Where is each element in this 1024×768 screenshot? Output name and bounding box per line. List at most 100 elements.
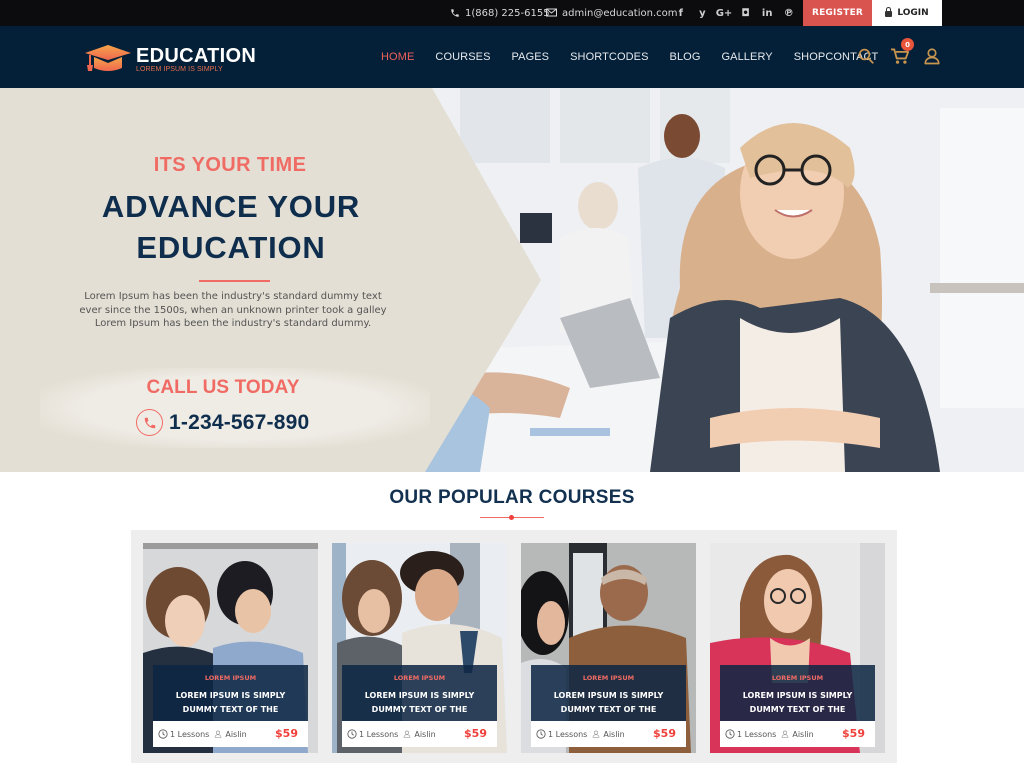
- course-author-text: Aislin: [792, 729, 814, 739]
- course-title-line2: DUMMY TEXT OF THE: [749, 704, 846, 714]
- course-title-line1: LOREM IPSUM IS SIMPLY: [742, 691, 853, 700]
- course-author-text: Aislin: [414, 729, 436, 739]
- envelope-icon: [546, 8, 557, 19]
- course-price: $59: [653, 727, 676, 740]
- hero-divider: [199, 280, 270, 282]
- nav-item-pages[interactable]: PAGES: [512, 51, 550, 63]
- google-plus-icon[interactable]: G+: [713, 8, 735, 19]
- hero-title-line2: EDUCATION: [136, 230, 326, 265]
- search-button[interactable]: [857, 47, 877, 67]
- call-us-number[interactable]: 1-234-567-890: [136, 409, 309, 436]
- course-overlay: LOREM IPSUM LOREM IPSUM IS SIMPLY DUMMY …: [531, 665, 686, 721]
- course-title-line2: DUMMY TEXT OF THE: [371, 704, 468, 714]
- course-lessons-text: 1 Lessons: [359, 729, 399, 739]
- cart-button[interactable]: 0: [890, 38, 914, 67]
- nav-actions: 0: [857, 26, 956, 88]
- nav-item-gallery[interactable]: GALLERY: [722, 51, 773, 63]
- hero-kicker: ITS YOUR TIME: [153, 154, 307, 176]
- heading-dot: [509, 515, 514, 520]
- facebook-icon[interactable]: f: [670, 8, 692, 19]
- brand-tagline: LOREM IPSUM IS SIMPLY: [136, 66, 223, 73]
- main-menu: HOME COURSES PAGES SHORTCODES BLOG GALLE…: [381, 26, 899, 88]
- nav-item-blog[interactable]: BLOG: [670, 51, 701, 63]
- search-icon: [858, 48, 874, 64]
- register-button[interactable]: REGISTER: [803, 0, 872, 26]
- user-icon: [782, 730, 789, 738]
- user-icon: [593, 730, 600, 738]
- lock-icon: [885, 7, 893, 17]
- course-price: $59: [842, 727, 865, 740]
- login-label: LOGIN: [897, 8, 929, 18]
- course-title[interactable]: LOREM IPSUM IS SIMPLY DUMMY TEXT OF THE: [720, 689, 875, 716]
- course-price: $59: [275, 727, 298, 740]
- nav-item-courses[interactable]: COURSES: [435, 51, 490, 63]
- course-title-line2: DUMMY TEXT OF THE: [182, 704, 279, 714]
- course-title-line1: LOREM IPSUM IS SIMPLY: [364, 691, 475, 700]
- course-author[interactable]: Aislin: [781, 729, 814, 739]
- pinterest-icon[interactable]: ℗: [778, 8, 800, 19]
- graduation-cap-icon: [85, 45, 131, 71]
- course-lessons: 1 Lessons: [725, 729, 776, 739]
- course-lessons-text: 1 Lessons: [737, 729, 777, 739]
- topbar-phone-text: 1(868) 225-6155: [465, 7, 550, 19]
- section-heading: OUR POPULAR COURSES: [389, 487, 635, 508]
- course-author-text: Aislin: [603, 729, 625, 739]
- course-author-text: Aislin: [225, 729, 247, 739]
- course-card[interactable]: LOREM IPSUM LOREM IPSUM IS SIMPLY DUMMY …: [143, 543, 318, 753]
- course-category: LOREM IPSUM: [771, 674, 824, 682]
- topbar-email[interactable]: admin@education.com: [546, 0, 678, 26]
- phone-icon: [450, 8, 460, 19]
- course-lessons-text: 1 Lessons: [170, 729, 210, 739]
- course-title[interactable]: LOREM IPSUM IS SIMPLY DUMMY TEXT OF THE: [153, 689, 308, 716]
- cart-count-badge: 0: [901, 38, 914, 51]
- hero-description: Lorem Ipsum has been the industry's stan…: [79, 291, 387, 330]
- site-logo[interactable]: EDUCATION LOREM IPSUM IS SIMPLY: [84, 44, 256, 74]
- course-meta: 1 Lessons Aislin $59: [531, 721, 686, 747]
- call-number-text: 1-234-567-890: [169, 410, 310, 434]
- hero-title: ADVANCE YOUR EDUCATION: [0, 186, 462, 268]
- clock-icon: [347, 729, 357, 739]
- login-button[interactable]: LOGIN: [872, 0, 942, 26]
- course-overlay: LOREM IPSUM LOREM IPSUM IS SIMPLY DUMMY …: [720, 665, 875, 721]
- course-title-line2: DUMMY TEXT OF THE: [560, 704, 657, 714]
- call-us-label: CALL US TODAY: [146, 377, 300, 398]
- course-lessons: 1 Lessons: [158, 729, 209, 739]
- course-overlay: LOREM IPSUM LOREM IPSUM IS SIMPLY DUMMY …: [153, 665, 308, 721]
- social-links: f y G+ ◘ in ℗: [670, 0, 800, 26]
- user-icon: [215, 730, 222, 738]
- course-author[interactable]: Aislin: [403, 729, 436, 739]
- course-meta: 1 Lessons Aislin $59: [720, 721, 875, 747]
- brand-name: EDUCATION: [136, 45, 257, 67]
- main-navbar: EDUCATION LOREM IPSUM IS SIMPLY HOME COU…: [0, 26, 1024, 88]
- twitter-icon[interactable]: y: [692, 8, 714, 19]
- course-title-line1: LOREM IPSUM IS SIMPLY: [553, 691, 664, 700]
- account-button[interactable]: [923, 47, 943, 67]
- clock-icon: [536, 729, 546, 739]
- nav-item-home[interactable]: HOME: [381, 51, 414, 63]
- course-lessons-text: 1 Lessons: [548, 729, 588, 739]
- hero-banner: ITS YOUR TIME ADVANCE YOUR EDUCATION Lor…: [0, 88, 1024, 472]
- course-card[interactable]: LOREM IPSUM LOREM IPSUM IS SIMPLY DUMMY …: [332, 543, 507, 753]
- course-card[interactable]: LOREM IPSUM LOREM IPSUM IS SIMPLY DUMMY …: [710, 543, 885, 753]
- course-title[interactable]: LOREM IPSUM IS SIMPLY DUMMY TEXT OF THE: [342, 689, 497, 716]
- course-card[interactable]: LOREM IPSUM LOREM IPSUM IS SIMPLY DUMMY …: [521, 543, 696, 753]
- linkedin-icon[interactable]: in: [756, 8, 778, 19]
- course-overlay: LOREM IPSUM LOREM IPSUM IS SIMPLY DUMMY …: [342, 665, 497, 721]
- topbar-phone[interactable]: 1(868) 225-6155: [450, 0, 550, 26]
- user-icon: [924, 48, 940, 65]
- user-icon: [404, 730, 411, 738]
- course-price: $59: [464, 727, 487, 740]
- course-lessons: 1 Lessons: [536, 729, 587, 739]
- course-author[interactable]: Aislin: [214, 729, 247, 739]
- hero-title-line1: ADVANCE YOUR: [101, 189, 361, 224]
- phone-circle-icon: [136, 409, 163, 436]
- course-title-line1: LOREM IPSUM IS SIMPLY: [175, 691, 286, 700]
- course-category: LOREM IPSUM: [204, 674, 257, 682]
- course-title[interactable]: LOREM IPSUM IS SIMPLY DUMMY TEXT OF THE: [531, 689, 686, 716]
- top-bar: 1(868) 225-6155 admin@education.com f y …: [0, 0, 1024, 26]
- course-author[interactable]: Aislin: [592, 729, 625, 739]
- clock-icon: [158, 729, 168, 739]
- nav-item-shortcodes[interactable]: SHORTCODES: [570, 51, 648, 63]
- course-category: LOREM IPSUM: [582, 674, 635, 682]
- instagram-icon[interactable]: ◘: [735, 8, 757, 19]
